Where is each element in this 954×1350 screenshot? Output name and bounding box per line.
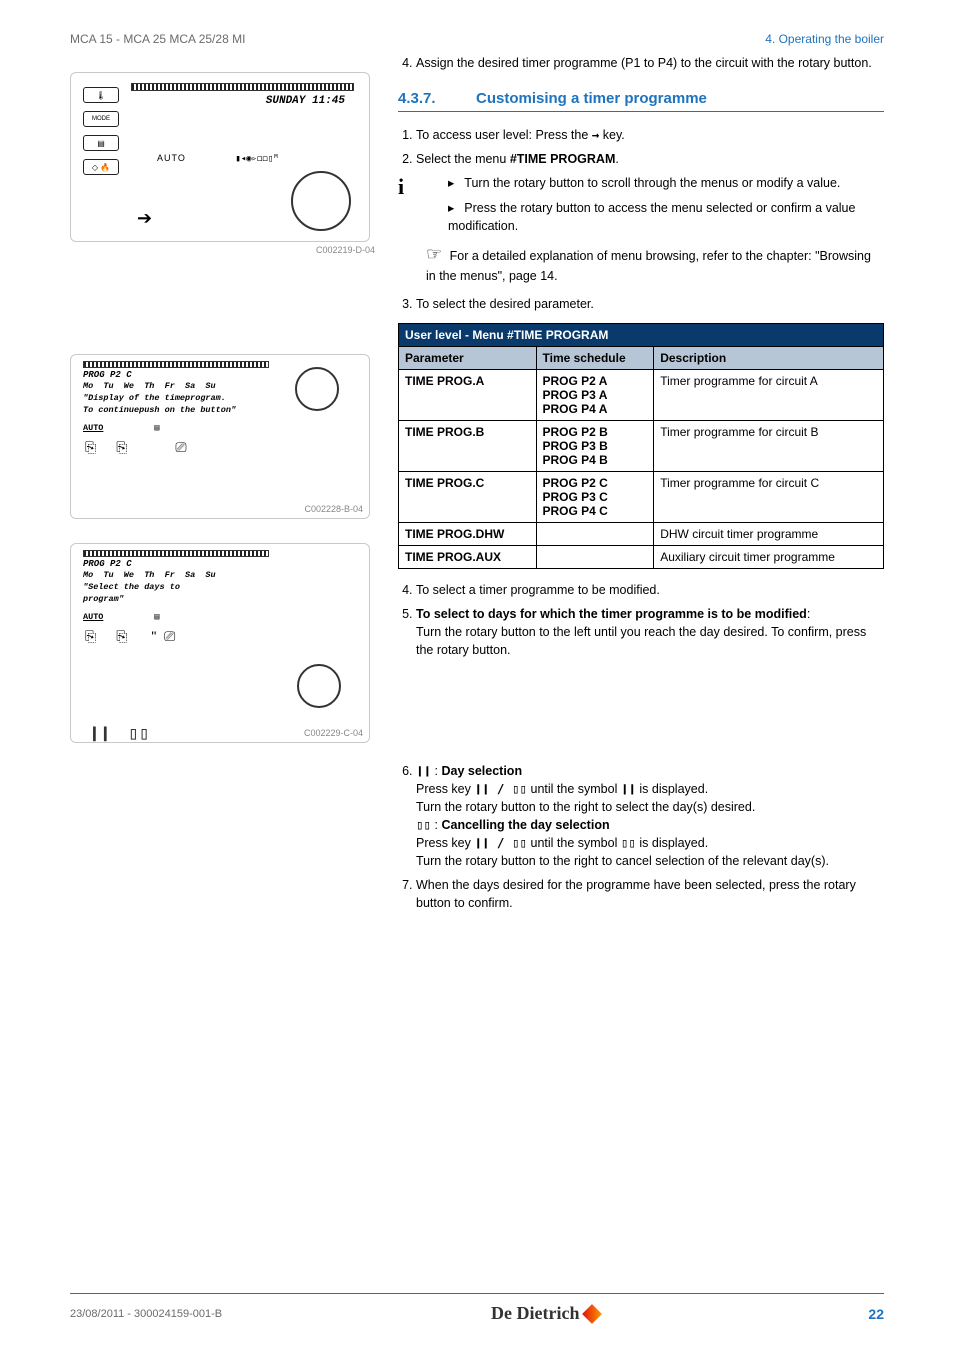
- section-rule: [398, 111, 884, 112]
- panel-btn-mode: MODE: [83, 111, 119, 127]
- figure-panel-1: 🌡 MODE ▤ ◇ 🔥 SUNDAY 11:45 AUTO ▮◂◉▹◻◻▯ᴹ …: [70, 72, 370, 242]
- footer-date-ref: 23/08/2011 - 300024159-001-B: [70, 1308, 222, 1320]
- col-parameter: Parameter: [399, 347, 537, 370]
- table-row: TIME PROG.B PROG P2 B PROG P3 B PROG P4 …: [399, 421, 884, 472]
- step-5: To select to days for which the timer pr…: [416, 605, 884, 659]
- step-1: To access user level: Press the → key.: [416, 126, 884, 144]
- figure-panel-3: PROG P2 C Mo Tu We Th Fr Sa Su "Select t…: [70, 543, 370, 743]
- step-2: Select the menu #TIME PROGRAM.: [416, 150, 884, 168]
- figure-caption-1: C002219-D-04: [316, 245, 375, 255]
- bar-hollow-icon: ▯▯: [416, 817, 431, 832]
- lcd-title: SUNDAY 11:45: [131, 95, 363, 107]
- bar-pair-icon: ❙❙ / ▯▯: [474, 781, 527, 796]
- panel-btn-radiator: ▤: [83, 135, 119, 151]
- bar-hollow-icon: ▯▯: [621, 835, 636, 850]
- rotary-knob-icon: [291, 171, 351, 231]
- step-list-top: Assign the desired timer programme (P1 t…: [416, 54, 884, 72]
- footer-rule: [70, 1293, 884, 1294]
- brand-logo: De Dietrich: [491, 1303, 599, 1324]
- info-bullet-2: Press the rotary button to access the me…: [448, 199, 884, 235]
- table-title: User level - Menu #TIME PROGRAM: [399, 324, 884, 347]
- rotary-knob-icon: [295, 367, 339, 411]
- col-schedule: Time schedule: [536, 347, 654, 370]
- bar-solid-icon: ❙❙: [416, 763, 431, 778]
- step-list-3: To select the desired parameter.: [416, 295, 884, 313]
- fig3-title: PROG P2 C: [83, 559, 365, 569]
- fig3-line1: "Select the days to: [83, 583, 365, 593]
- step-list-c: ❙❙ : Day selection Press key ❙❙ / ▯▯ unt…: [416, 762, 884, 913]
- step-7: When the days desired for the programme …: [416, 876, 884, 912]
- info-bullet-1: Turn the rotary button to scroll through…: [448, 174, 884, 192]
- step-6: ❙❙ : Day selection Press key ❙❙ / ▯▯ unt…: [416, 762, 884, 871]
- bar-pair-icon: ❙❙ / ▯▯: [474, 835, 527, 850]
- figure-caption-3: C002229-C-04: [304, 728, 363, 738]
- step-4-top: Assign the desired timer programme (P1 t…: [416, 54, 884, 72]
- table-row: TIME PROG.DHW DHW circuit timer programm…: [399, 523, 884, 546]
- bar-solid-icon: ❙❙: [621, 781, 636, 796]
- info-reference: For a detailed explanation of menu brows…: [426, 249, 871, 283]
- panel-btn-temp: 🌡: [83, 87, 119, 103]
- step-4: To select a timer programme to be modifi…: [416, 581, 884, 599]
- col-description: Description: [654, 347, 884, 370]
- lcd-ruler: [131, 83, 354, 91]
- fig3-line2: program": [83, 595, 365, 605]
- auto-indicator: AUTO: [157, 153, 186, 163]
- diamond-icon: [583, 1304, 603, 1324]
- table-row: TIME PROG.AUX Auxiliary circuit timer pr…: [399, 546, 884, 569]
- panel-btn-flame: ◇ 🔥: [83, 159, 119, 175]
- step-list-b: To select a timer programme to be modifi…: [416, 581, 884, 660]
- info-block: i Turn the rotary button to scroll throu…: [398, 174, 884, 285]
- hand-symbols: ❙❙ ▯▯: [89, 710, 150, 742]
- rotary-knob-icon: [297, 664, 341, 708]
- bar-indicator: ▮◂◉▹◻◻▯ᴹ: [235, 154, 278, 164]
- section-heading: 4.3.7.Customising a timer programme: [398, 90, 884, 107]
- info-icon: i: [398, 174, 416, 200]
- doc-model: MCA 15 - MCA 25 MCA 25/28 MI: [70, 32, 245, 46]
- table-row: TIME PROG.A PROG P2 A PROG P3 A PROG P4 …: [399, 370, 884, 421]
- figure-panel-2: PROG P2 C Mo Tu We Th Fr Sa Su "Display …: [70, 354, 370, 519]
- step-3: To select the desired parameter.: [416, 295, 884, 313]
- table-row: TIME PROG.C PROG P2 C PROG P3 C PROG P4 …: [399, 472, 884, 523]
- parameter-table: User level - Menu #TIME PROGRAM Paramete…: [398, 323, 884, 569]
- fig3-days: Mo Tu We Th Fr Sa Su: [83, 571, 365, 581]
- hand-pointer-icon: ☞: [426, 244, 442, 264]
- page-number: 22: [868, 1306, 884, 1322]
- figure-caption-2: C002228-B-04: [304, 504, 363, 514]
- arrow-right-icon: ➔: [137, 208, 152, 229]
- breadcrumb: 4. Operating the boiler: [765, 32, 884, 46]
- step-list-a: To access user level: Press the → key. S…: [416, 126, 884, 168]
